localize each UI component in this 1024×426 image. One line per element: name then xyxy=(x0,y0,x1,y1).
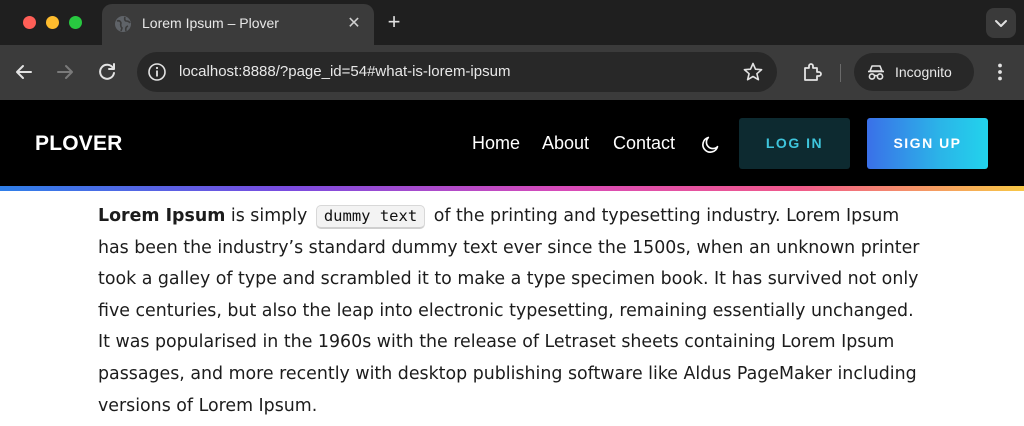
header-accent-bar xyxy=(0,186,1024,191)
back-icon[interactable] xyxy=(12,60,36,84)
browser-toolbar: localhost:8888/?page_id=54#what-is-lorem… xyxy=(0,45,1024,100)
maximize-window-button[interactable] xyxy=(69,16,82,29)
text-after-code: of the printing and typesetting industry… xyxy=(98,206,920,416)
new-tab-button[interactable]: + xyxy=(383,11,405,33)
info-icon[interactable] xyxy=(147,62,167,82)
url-text[interactable]: localhost:8888/?page_id=54#what-is-lorem… xyxy=(179,63,510,80)
site-header: PLOVER Home About Contact LOG IN SIGN UP xyxy=(0,100,1024,186)
extensions-icon[interactable] xyxy=(800,60,824,84)
moon-icon[interactable] xyxy=(700,134,721,155)
incognito-label: Incognito xyxy=(895,64,952,80)
reload-icon[interactable] xyxy=(95,60,119,84)
inline-code: dummy text xyxy=(315,205,426,229)
nav-contact-link[interactable]: Contact xyxy=(613,133,675,154)
minimize-window-button[interactable] xyxy=(46,16,59,29)
nav-about-link[interactable]: About xyxy=(542,133,589,154)
tab-title: Lorem Ipsum – Plover xyxy=(142,15,279,31)
globe-icon xyxy=(115,16,131,32)
article-paragraph: Lorem Ipsum is simply dummy text of the … xyxy=(98,201,928,422)
login-button[interactable]: LOG IN xyxy=(739,118,850,169)
signup-button[interactable]: SIGN UP xyxy=(867,118,988,169)
address-bar[interactable]: localhost:8888/?page_id=54#what-is-lorem… xyxy=(137,52,777,92)
menu-icon[interactable] xyxy=(988,60,1012,84)
incognito-icon xyxy=(868,65,884,80)
forward-icon[interactable] xyxy=(53,60,77,84)
chevron-down-icon xyxy=(995,20,1007,27)
browser-tabstrip: Lorem Ipsum – Plover ✕ + xyxy=(0,0,1024,45)
text-before-code: is simply xyxy=(225,206,313,226)
tab-search-button[interactable] xyxy=(986,8,1016,38)
close-window-button[interactable] xyxy=(23,16,36,29)
bold-term: Lorem Ipsum xyxy=(98,206,226,226)
incognito-profile-button[interactable]: Incognito xyxy=(854,53,974,91)
star-icon[interactable] xyxy=(742,61,764,83)
close-tab-icon[interactable]: ✕ xyxy=(343,13,365,35)
toolbar-divider xyxy=(840,64,841,82)
nav-home-link[interactable]: Home xyxy=(472,133,520,154)
site-logo[interactable]: PLOVER xyxy=(35,132,123,156)
browser-tab-active[interactable]: Lorem Ipsum – Plover ✕ xyxy=(102,4,374,45)
